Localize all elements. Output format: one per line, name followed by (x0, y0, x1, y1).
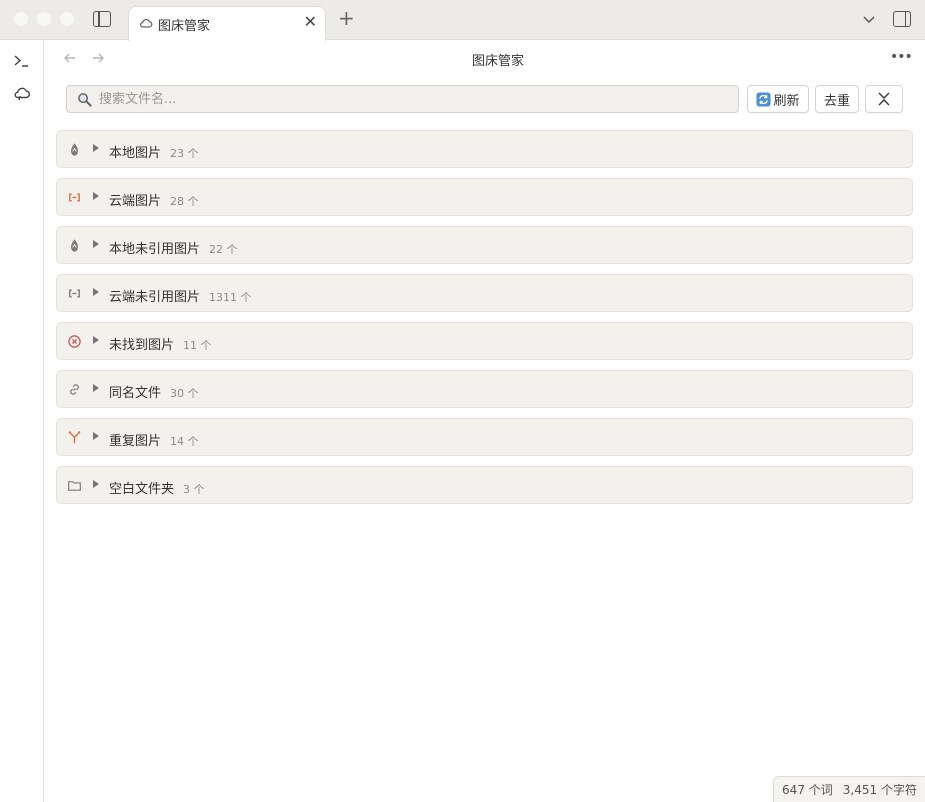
cloud-link-icon (69, 193, 80, 202)
group-row[interactable]: 重复图片 14 个 (56, 418, 913, 456)
group-title: 云端未引用图片 (109, 290, 201, 305)
merge-icon (68, 431, 81, 444)
refresh-button[interactable]: 刷新 (747, 85, 809, 113)
group-count: 3 个 (183, 483, 205, 496)
group-row[interactable]: 本地未引用图片 22 个 (56, 226, 913, 264)
group-label: 未找到图片 11 个 (109, 334, 212, 353)
group-label: 本地图片 23 个 (109, 142, 199, 161)
cloud-icon (140, 19, 153, 28)
more-options-icon[interactable]: ••• (890, 49, 913, 65)
view-title: 图床管家 (471, 54, 524, 69)
group-list: 本地图片 23 个云端图片 28 个本地未引用图片 22 个云端未引用图片 1311 个… (56, 130, 913, 514)
group-title: 未找到图片 (109, 338, 175, 353)
group-label: 空白文件夹 3 个 (109, 478, 205, 497)
group-label: 同名文件 30 个 (109, 382, 199, 401)
group-row[interactable]: 云端图片 28 个 (56, 178, 913, 216)
group-count: 14 个 (170, 435, 199, 448)
close-window-button[interactable] (14, 12, 28, 26)
status-bar: 647 个词 3,451 个字符 (773, 776, 925, 802)
collapse-all-icon (878, 92, 890, 106)
minimize-window-button[interactable] (37, 12, 51, 26)
refresh-label: 刷新 (773, 93, 800, 109)
search-input[interactable] (99, 89, 719, 109)
group-title: 重复图片 (109, 434, 162, 449)
expand-triangle-icon[interactable] (93, 288, 99, 296)
tab-close-icon[interactable]: ✕ (304, 14, 317, 30)
folder-icon (68, 481, 81, 491)
group-title: 云端图片 (109, 194, 162, 209)
expand-triangle-icon[interactable] (93, 240, 99, 248)
dedupe-button[interactable]: 去重 (815, 85, 859, 113)
group-title: 本地未引用图片 (109, 242, 201, 257)
left-sidebar-toggle-icon[interactable] (93, 11, 111, 27)
group-label: 云端未引用图片 1311 个 (109, 286, 252, 305)
cloud-icon[interactable] (12, 84, 32, 102)
title-bar: 图床管家 ✕ + (0, 0, 925, 41)
left-ribbon (0, 40, 44, 802)
expand-triangle-icon[interactable] (93, 480, 99, 488)
error-circle-icon (68, 335, 81, 348)
maximize-window-button[interactable] (60, 12, 74, 26)
link-icon (70, 384, 79, 395)
right-sidebar-toggle-icon[interactable] (893, 11, 911, 27)
expand-triangle-icon[interactable] (93, 432, 99, 440)
group-count: 1311 个 (209, 291, 252, 304)
local-image-icon (71, 239, 78, 252)
dedupe-label: 去重 (823, 93, 850, 109)
group-row[interactable]: 本地图片 23 个 (56, 130, 913, 168)
new-tab-icon[interactable]: + (338, 8, 355, 28)
word-count: 647 个词 (782, 783, 833, 797)
char-count: 3,451 个字符 (842, 783, 917, 797)
group-row[interactable]: 未找到图片 11 个 (56, 322, 913, 360)
group-label: 重复图片 14 个 (109, 430, 199, 449)
group-row[interactable]: 云端未引用图片 1311 个 (56, 274, 913, 312)
tab-title: 图床管家 (158, 19, 211, 34)
tab-image-manager[interactable]: 图床管家 ✕ (128, 6, 326, 41)
search-box[interactable] (66, 85, 739, 113)
chevron-down-icon[interactable] (862, 12, 876, 26)
terminal-icon[interactable] (12, 52, 32, 70)
group-label: 本地未引用图片 22 个 (109, 238, 238, 257)
back-arrow-icon[interactable] (62, 50, 78, 66)
group-label: 云端图片 28 个 (109, 190, 199, 209)
expand-triangle-icon[interactable] (93, 192, 99, 200)
group-title: 本地图片 (109, 146, 162, 161)
app-window: 图床管家 ✕ + 图床管家 ••• 搜索文件名... 刷新 去重 本地图片 23… (0, 0, 925, 802)
group-row[interactable]: 空白文件夹 3 个 (56, 466, 913, 504)
cloud-link-icon (69, 289, 80, 298)
expand-triangle-icon[interactable] (93, 384, 99, 392)
search-icon (78, 93, 92, 107)
group-count: 30 个 (170, 387, 199, 400)
group-count: 23 个 (170, 147, 199, 160)
expand-triangle-icon[interactable] (93, 144, 99, 152)
local-image-icon (71, 143, 78, 156)
group-row[interactable]: 同名文件 30 个 (56, 370, 913, 408)
group-title: 空白文件夹 (109, 482, 175, 497)
refresh-icon (756, 91, 772, 107)
forward-arrow-icon[interactable] (90, 50, 106, 66)
expand-triangle-icon[interactable] (93, 336, 99, 344)
collapse-all-button[interactable] (865, 85, 903, 113)
group-count: 28 个 (170, 195, 199, 208)
group-title: 同名文件 (109, 386, 162, 401)
group-count: 22 个 (209, 243, 238, 256)
group-count: 11 个 (183, 339, 212, 352)
